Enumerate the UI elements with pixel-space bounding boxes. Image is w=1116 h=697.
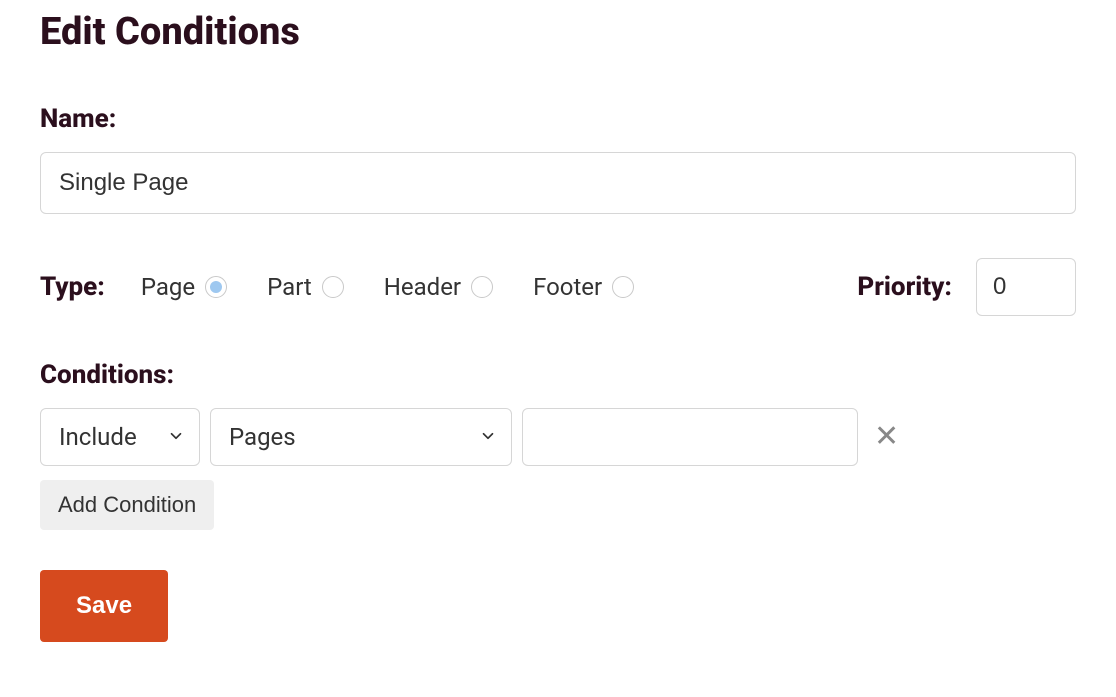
name-label: Name:	[40, 104, 1076, 134]
add-condition-button[interactable]: Add Condition	[40, 480, 214, 530]
radio-icon	[612, 276, 634, 298]
close-icon: ✕	[874, 419, 899, 454]
condition-mode-select[interactable]: Include	[40, 408, 200, 466]
type-radio-page[interactable]: Page	[141, 273, 227, 301]
remove-condition-button[interactable]: ✕	[868, 422, 905, 452]
type-radio-group: Page Part Header Footer	[141, 273, 634, 301]
radio-icon	[205, 276, 227, 298]
condition-target-select[interactable]: Pages	[210, 408, 512, 466]
condition-value-input[interactable]	[522, 408, 858, 466]
type-radio-footer-label: Footer	[533, 273, 602, 301]
chevron-down-icon	[167, 423, 185, 451]
radio-icon	[471, 276, 493, 298]
type-radio-page-label: Page	[141, 273, 195, 301]
save-button[interactable]: Save	[40, 570, 168, 642]
condition-target-value: Pages	[229, 423, 296, 451]
page-title: Edit Conditions	[40, 10, 1076, 54]
radio-icon	[322, 276, 344, 298]
conditions-section: Conditions: Include Pages ✕ Add Conditio…	[40, 360, 1076, 530]
conditions-label: Conditions:	[40, 360, 1076, 390]
type-label: Type:	[40, 272, 105, 302]
type-radio-header-label: Header	[384, 273, 461, 301]
condition-row: Include Pages ✕	[40, 408, 1076, 466]
name-input[interactable]	[40, 152, 1076, 214]
type-row: Type: Page Part Header Footer Priority:	[40, 258, 1076, 316]
type-radio-header[interactable]: Header	[384, 273, 493, 301]
chevron-down-icon	[479, 423, 497, 451]
type-radio-part-label: Part	[267, 273, 312, 301]
condition-mode-value: Include	[59, 423, 137, 451]
type-radio-part[interactable]: Part	[267, 273, 344, 301]
name-section: Name:	[40, 104, 1076, 214]
priority-label: Priority:	[857, 272, 952, 302]
priority-input[interactable]	[976, 258, 1076, 316]
type-radio-footer[interactable]: Footer	[533, 273, 634, 301]
priority-group: Priority:	[857, 258, 1076, 316]
